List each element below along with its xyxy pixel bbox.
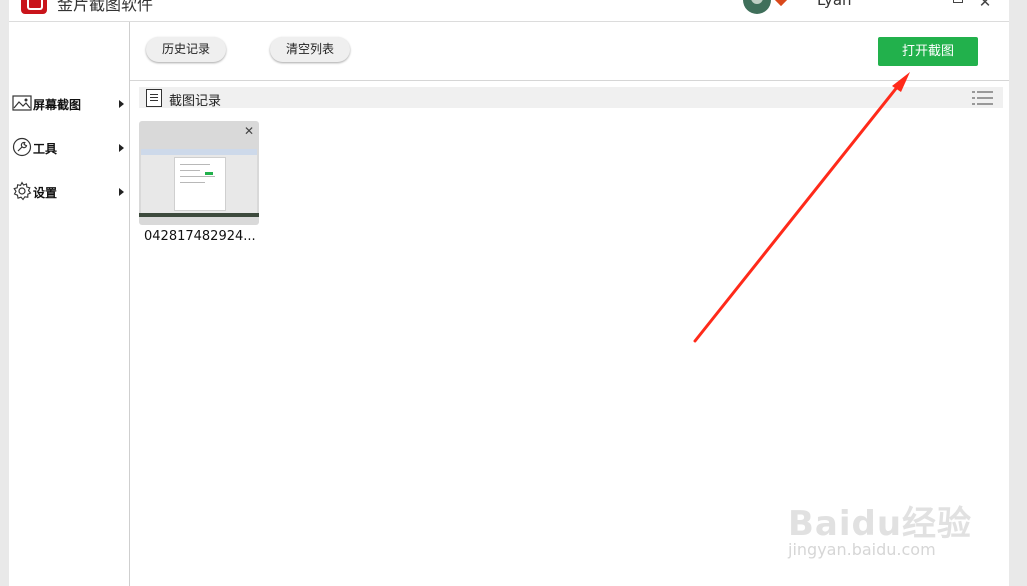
app-window: 金片截图软件 Lyan ✕ 屏幕截图 工具 设置 历史记录 清空列表 打开截图 … bbox=[0, 0, 1027, 586]
watermark-url: jingyan.baidu.com bbox=[788, 540, 936, 559]
watermark-brand: Baidu经验 bbox=[788, 504, 973, 544]
baidu-watermark: Baidu经验 jingyan.baidu.com bbox=[788, 482, 978, 572]
